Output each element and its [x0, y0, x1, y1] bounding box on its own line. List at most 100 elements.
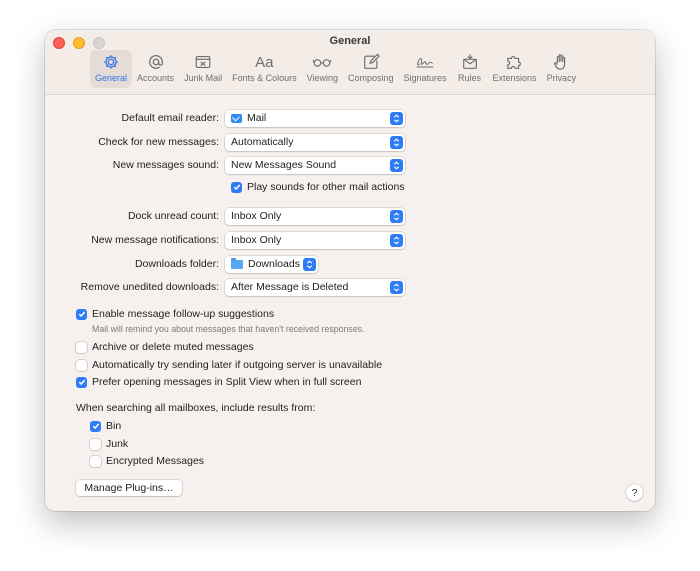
dock-unread-value: Inbox Only	[231, 210, 282, 222]
chevron-updown-icon	[303, 257, 316, 271]
downloads-folder-value: Downloads	[248, 258, 300, 270]
tab-viewing[interactable]: Viewing	[302, 50, 343, 88]
tab-junk-mail[interactable]: Junk Mail	[179, 50, 227, 88]
tab-extensions[interactable]: Extensions	[488, 50, 542, 88]
check-messages-popup[interactable]: Automatically	[225, 133, 405, 151]
default-reader-popup[interactable]: Mail	[225, 109, 405, 127]
new-sound-row: New messages sound: New Messages Sound	[45, 156, 405, 174]
split-view-label: Prefer opening messages in Split View wh…	[92, 376, 362, 388]
check-messages-value: Automatically	[231, 136, 294, 148]
dock-unread-label: Dock unread count:	[127, 210, 219, 222]
tab-general-label: General	[95, 73, 128, 83]
checkbox-unchecked	[90, 438, 101, 450]
window-title: General	[329, 35, 371, 47]
notifications-row: New message notifications: Inbox Only	[45, 231, 405, 249]
checkbox-unchecked	[90, 455, 101, 467]
remove-downloads-row: Remove unedited downloads: After Message…	[45, 278, 405, 296]
new-sound-value: New Messages Sound	[231, 159, 337, 171]
default-reader-row: Default email reader: Mail	[45, 109, 405, 127]
search-encrypted-label: Encrypted Messages	[106, 455, 205, 467]
checkmark-icon	[231, 181, 242, 193]
tab-rules[interactable]: Rules	[452, 50, 488, 88]
dock-unread-popup[interactable]: Inbox Only	[225, 207, 405, 225]
remove-downloads-value: After Message is Deleted	[231, 281, 349, 293]
check-messages-label: Check for new messages:	[98, 136, 219, 148]
tab-signatures[interactable]: Signatures	[399, 50, 452, 88]
search-bin-checkbox[interactable]: Bin	[90, 420, 121, 432]
tab-privacy[interactable]: Privacy	[542, 50, 582, 88]
archive-muted-checkbox[interactable]: Archive or delete muted messages	[76, 341, 254, 353]
tab-junk-mail-label: Junk Mail	[184, 73, 223, 83]
hand-icon	[548, 52, 574, 72]
preferences-toolbar: General Accounts Junk Mail Aa Fonts & Co…	[90, 50, 581, 88]
search-junk-checkbox[interactable]: Junk	[90, 438, 128, 450]
chevron-updown-icon	[390, 233, 403, 247]
send-later-checkbox[interactable]: Automatically try sending later if outgo…	[76, 359, 382, 371]
new-sound-popup[interactable]: New Messages Sound	[225, 156, 405, 174]
check-messages-row: Check for new messages: Automatically	[45, 133, 405, 151]
checkmark-icon	[76, 308, 87, 320]
titlebar: General General Accounts Junk Mail Aa Fo…	[45, 30, 655, 95]
at-icon	[143, 52, 169, 72]
junk-tray-icon	[190, 52, 216, 72]
notifications-value: Inbox Only	[231, 234, 282, 246]
tab-general[interactable]: General	[90, 50, 133, 88]
compose-icon	[358, 52, 384, 72]
glasses-icon	[309, 52, 335, 72]
tab-viewing-label: Viewing	[306, 73, 338, 83]
tab-privacy-label: Privacy	[546, 73, 577, 83]
gear-icon	[98, 52, 124, 72]
rules-envelope-icon	[457, 52, 483, 72]
chevron-updown-icon	[390, 280, 403, 294]
checkmark-icon	[90, 420, 101, 432]
send-later-label: Automatically try sending later if outgo…	[92, 359, 383, 371]
search-encrypted-checkbox[interactable]: Encrypted Messages	[90, 455, 204, 467]
checkbox-unchecked	[76, 359, 87, 371]
tab-extensions-label: Extensions	[492, 73, 537, 83]
split-view-checkbox[interactable]: Prefer opening messages in Split View wh…	[76, 376, 361, 388]
play-sounds-checkbox[interactable]: Play sounds for other mail actions	[231, 181, 405, 193]
downloads-folder-popup[interactable]: Downloads	[225, 255, 318, 273]
tab-fonts-colours[interactable]: Aa Fonts & Colours	[227, 50, 302, 88]
archive-muted-label: Archive or delete muted messages	[92, 341, 254, 353]
preferences-window: General General Accounts Junk Mail Aa Fo…	[45, 30, 655, 511]
tab-signatures-label: Signatures	[403, 73, 447, 83]
checkmark-icon	[76, 376, 87, 388]
tab-fonts-colours-label: Fonts & Colours	[232, 73, 297, 83]
follow-up-checkbox[interactable]: Enable message follow-up suggestions	[76, 308, 274, 320]
follow-up-description: Mail will remind you about messages that…	[92, 324, 365, 334]
downloads-folder-row: Downloads folder: Downloads	[45, 255, 318, 273]
chevron-updown-icon	[390, 158, 403, 172]
notifications-popup[interactable]: Inbox Only	[225, 231, 405, 249]
manage-plugins-button[interactable]: Manage Plug-ins…	[76, 480, 182, 496]
puzzle-icon	[502, 52, 528, 72]
notifications-label: New message notifications:	[91, 234, 219, 246]
checkbox-unchecked	[76, 341, 87, 353]
default-reader-label: Default email reader:	[121, 112, 219, 124]
downloads-folder-label: Downloads folder:	[134, 258, 219, 270]
help-button[interactable]: ?	[626, 484, 643, 501]
tab-rules-label: Rules	[458, 73, 482, 83]
search-heading: When searching all mailboxes, include re…	[76, 402, 316, 414]
chevron-updown-icon	[390, 209, 403, 223]
signature-icon	[412, 52, 438, 72]
new-sound-label: New messages sound:	[112, 159, 219, 171]
general-settings-pane: Default email reader: Mail Check for new…	[45, 95, 655, 511]
tab-accounts[interactable]: Accounts	[132, 50, 179, 88]
mail-app-icon	[231, 113, 242, 123]
tab-composing-label: Composing	[347, 73, 394, 83]
search-junk-label: Junk	[106, 438, 129, 450]
remove-downloads-popup[interactable]: After Message is Deleted	[225, 278, 405, 296]
chevron-updown-icon	[390, 111, 403, 125]
remove-downloads-label: Remove unedited downloads:	[80, 281, 219, 293]
chevron-updown-icon	[390, 135, 403, 149]
default-reader-value: Mail	[247, 112, 267, 124]
follow-up-label: Enable message follow-up suggestions	[92, 308, 275, 320]
tab-accounts-label: Accounts	[137, 73, 175, 83]
dock-unread-row: Dock unread count: Inbox Only	[45, 207, 405, 225]
play-sounds-label: Play sounds for other mail actions	[247, 181, 405, 193]
aa-icon: Aa	[255, 53, 274, 71]
folder-icon	[231, 257, 243, 269]
tab-composing[interactable]: Composing	[343, 50, 399, 88]
search-bin-label: Bin	[106, 420, 122, 432]
